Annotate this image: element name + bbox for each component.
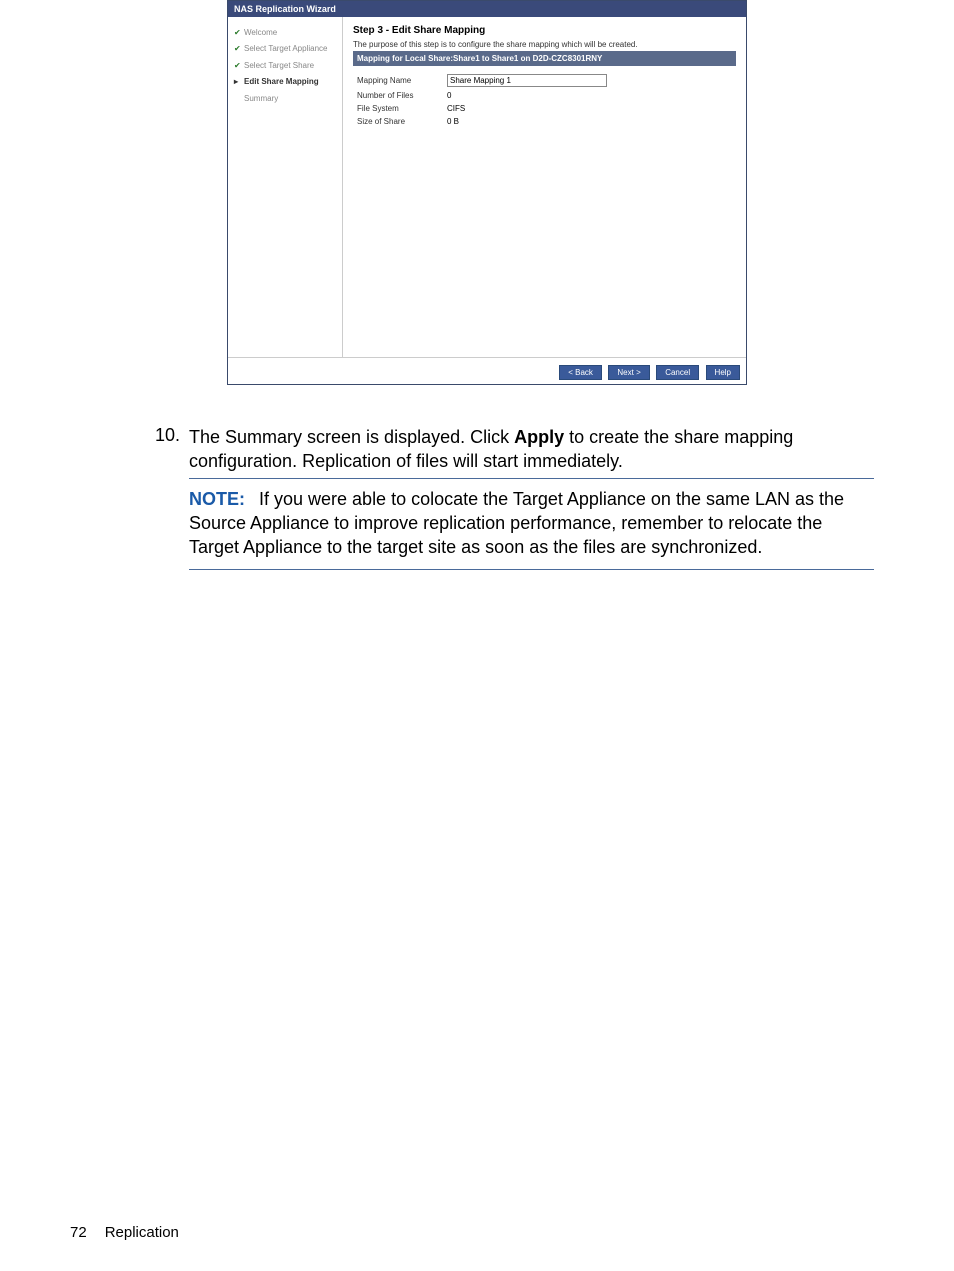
page-footer: 72Replication [70, 1224, 179, 1241]
size-of-share-label: Size of Share [353, 115, 443, 128]
file-system-value: CIFS [443, 102, 736, 115]
step-number: 10. [155, 425, 189, 570]
mapping-name-label: Mapping Name [353, 72, 443, 89]
apply-keyword: Apply [514, 427, 564, 447]
num-files-label: Number of Files [353, 89, 443, 102]
wizard-step-list: Welcome Select Target Appliance Select T… [228, 17, 343, 357]
note-text: If you were able to colocate the Target … [189, 489, 844, 558]
wizard-screenshot: NAS Replication Wizard Welcome Select Ta… [227, 0, 747, 385]
wizard-step-select-target-appliance[interactable]: Select Target Appliance [234, 41, 338, 57]
cancel-button[interactable]: Cancel [656, 365, 699, 380]
note-label: NOTE: [189, 489, 259, 509]
step-description: The purpose of this step is to configure… [353, 40, 736, 49]
help-button[interactable]: Help [706, 365, 740, 380]
num-files-value: 0 [443, 89, 736, 102]
wizard-title-bar: NAS Replication Wizard [228, 1, 746, 17]
file-system-label: File System [353, 102, 443, 115]
wizard-step-welcome[interactable]: Welcome [234, 25, 338, 41]
wizard-button-bar: < Back Next > Cancel Help [228, 357, 746, 384]
wizard-step-summary[interactable]: Summary [234, 91, 338, 107]
wizard-step-select-target-share[interactable]: Select Target Share [234, 58, 338, 74]
step-title: Step 3 - Edit Share Mapping [353, 25, 736, 36]
section-name: Replication [105, 1224, 179, 1241]
back-button[interactable]: < Back [559, 365, 602, 380]
note-box: NOTE:If you were able to colocate the Ta… [189, 478, 874, 571]
page-number: 72 [70, 1224, 105, 1241]
size-of-share-value: 0 B [443, 115, 736, 128]
mapping-name-input[interactable] [447, 74, 607, 87]
next-button[interactable]: Next > [608, 365, 649, 380]
step-text: The Summary screen is displayed. Click A… [189, 425, 874, 570]
wizard-step-edit-share-mapping[interactable]: Edit Share Mapping [234, 74, 338, 90]
step-text-prefix: The Summary screen is displayed. Click [189, 427, 514, 447]
instruction-step-10: 10. The Summary screen is displayed. Cli… [155, 425, 874, 570]
properties-table: Mapping Name Number of Files 0 File Syst… [353, 72, 736, 128]
mapping-header: Mapping for Local Share:Share1 to Share1… [353, 51, 736, 66]
